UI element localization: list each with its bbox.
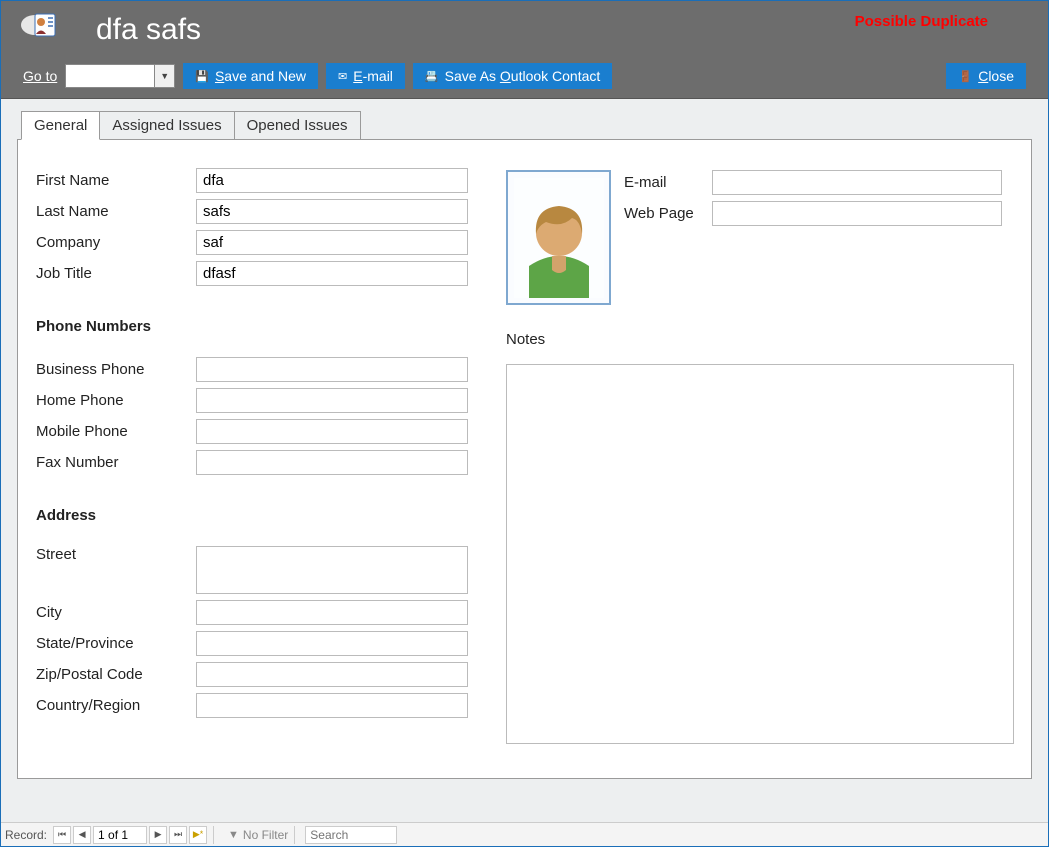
goto-select[interactable] (65, 64, 175, 88)
record-label: Record: (5, 828, 47, 842)
outlook-icon: 📇 (425, 70, 439, 83)
nav-first-icon[interactable]: ⏮ (53, 826, 71, 844)
notes-input[interactable] (506, 364, 1014, 744)
photo-column (506, 170, 611, 305)
content-area: General Assigned Issues Opened Issues Fi… (1, 99, 1048, 822)
home-phone-input[interactable] (196, 388, 468, 413)
tab-assigned-issues[interactable]: Assigned Issues (99, 111, 234, 140)
last-name-input[interactable] (196, 199, 468, 224)
state-label: State/Province (36, 635, 196, 652)
separator (213, 826, 214, 844)
header-bar: dfa safs Possible Duplicate Go to ▼ 💾 Sa… (1, 1, 1048, 99)
email-input[interactable] (712, 170, 1002, 195)
country-label: Country/Region (36, 697, 196, 714)
country-input[interactable] (196, 693, 468, 718)
first-name-label: First Name (36, 172, 196, 189)
nav-prev-icon[interactable]: ◀ (73, 826, 91, 844)
zip-label: Zip/Postal Code (36, 666, 196, 683)
fax-label: Fax Number (36, 454, 196, 471)
company-input[interactable] (196, 230, 468, 255)
no-filter-label: No Filter (243, 828, 288, 842)
separator (294, 826, 295, 844)
contact-card-icon (21, 11, 59, 39)
tabs: General Assigned Issues Opened Issues (21, 111, 1032, 140)
first-name-input[interactable] (196, 168, 468, 193)
web-page-input[interactable] (712, 201, 1002, 226)
goto-select-wrap: ▼ (65, 64, 175, 88)
search-input[interactable] (305, 826, 397, 844)
nav-new-icon[interactable]: ▶* (189, 826, 207, 844)
company-label: Company (36, 234, 196, 251)
business-phone-input[interactable] (196, 357, 468, 382)
tab-content-general: First Name Last Name Company Job Title P… (17, 139, 1032, 779)
street-label: Street (36, 546, 196, 563)
toolbar: Go to ▼ 💾 Save and New ✉ E-mail 📇 Save A… (23, 63, 1026, 89)
filter-segment[interactable]: ▼ No Filter (228, 828, 288, 842)
nav-next-icon[interactable]: ▶ (149, 826, 167, 844)
email-button[interactable]: ✉ E-mail (326, 63, 405, 89)
fax-input[interactable] (196, 450, 468, 475)
web-page-label: Web Page (624, 205, 712, 222)
tab-general[interactable]: General (21, 111, 100, 140)
door-exit-icon: 🚪 (958, 70, 972, 83)
contact-web-fields: E-mail Web Page (624, 170, 1002, 232)
nav-last-icon[interactable]: ⏭ (169, 826, 187, 844)
close-button[interactable]: 🚪 Close (946, 63, 1026, 89)
page-title: dfa safs (96, 13, 201, 47)
filter-icon: ▼ (228, 829, 239, 841)
mobile-phone-label: Mobile Phone (36, 423, 196, 440)
job-title-label: Job Title (36, 265, 196, 282)
job-title-input[interactable] (196, 261, 468, 286)
business-phone-label: Business Phone (36, 361, 196, 378)
save-icon: 💾 (195, 70, 209, 83)
home-phone-label: Home Phone (36, 392, 196, 409)
city-label: City (36, 604, 196, 621)
notes-label: Notes (506, 331, 545, 348)
city-input[interactable] (196, 600, 468, 625)
save-and-new-button[interactable]: 💾 Save and New (183, 63, 318, 89)
zip-input[interactable] (196, 662, 468, 687)
contact-photo[interactable] (506, 170, 611, 305)
state-input[interactable] (196, 631, 468, 656)
goto-label[interactable]: Go to (23, 68, 57, 84)
street-input[interactable] (196, 546, 468, 594)
record-position-input[interactable] (93, 826, 147, 844)
save-outlook-button[interactable]: 📇 Save As Outlook Contact (413, 63, 612, 89)
last-name-label: Last Name (36, 203, 196, 220)
status-bar: Record: ⏮ ◀ ▶ ⏭ ▶* ▼ No Filter (1, 822, 1048, 846)
mobile-phone-input[interactable] (196, 419, 468, 444)
duplicate-warning: Possible Duplicate (855, 13, 988, 30)
tab-opened-issues[interactable]: Opened Issues (234, 111, 361, 140)
email-label: E-mail (624, 174, 712, 191)
envelope-icon: ✉ (338, 70, 347, 83)
